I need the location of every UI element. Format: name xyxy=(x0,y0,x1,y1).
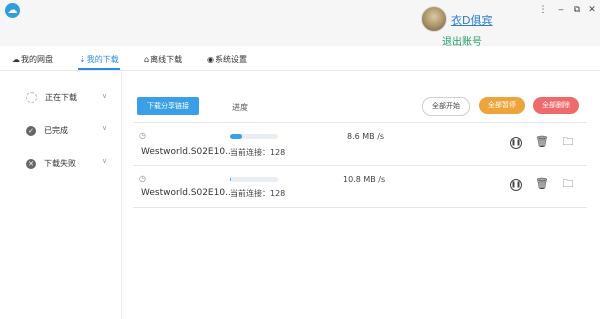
menu-icon[interactable]: ⋮ xyxy=(537,4,549,16)
active-tab-indicator xyxy=(78,68,120,70)
chevron-down-icon[interactable]: ∨ xyxy=(102,157,107,165)
connection-count: 当前连接：128 xyxy=(230,189,286,198)
pause-all-button[interactable]: 全部暂停 xyxy=(479,97,525,114)
progress-fill xyxy=(230,177,232,182)
chevron-down-icon[interactable]: ∨ xyxy=(102,92,107,100)
cloud-icon: ☁ xyxy=(12,55,20,64)
start-all-button[interactable]: 全部开始 xyxy=(422,97,470,116)
row-divider xyxy=(133,207,587,208)
download-filename: Westworld.S02E10... xyxy=(141,188,234,198)
download-speed: 8.6 MB /s xyxy=(347,132,385,141)
trash-icon[interactable]: 🗑 xyxy=(535,136,549,148)
close-icon[interactable]: ✕ xyxy=(586,4,598,16)
sidebar: 正在下载 ∨ ✓ 已完成 ∨ ✕ 下载失败 ∨ xyxy=(0,71,122,319)
spinner-icon xyxy=(26,92,37,103)
row-divider xyxy=(133,165,587,166)
avatar[interactable] xyxy=(421,6,447,32)
title-bar: ☁ 衣D俱宾 退出账号 ⋮ ‒ ⧉ ✕ xyxy=(0,0,600,48)
download-progress-bar xyxy=(230,177,278,182)
clock-icon: ◷ xyxy=(139,174,146,183)
row-divider xyxy=(133,122,587,123)
pause-icon[interactable]: ❚❚ xyxy=(510,179,522,191)
username-link[interactable]: 衣D俱宾 xyxy=(451,12,492,28)
clock-icon: ◷ xyxy=(139,131,146,140)
offline-icon: ⌂ xyxy=(144,55,150,64)
tab-settings[interactable]: ◉系统设置 xyxy=(207,54,247,65)
minimize-icon[interactable]: ‒ xyxy=(555,4,567,16)
progress-column-header: 进度 xyxy=(232,103,248,112)
trash-icon[interactable]: 🗑 xyxy=(535,178,549,190)
chevron-down-icon[interactable]: ∨ xyxy=(102,124,107,132)
sidebar-item-failed[interactable]: ✕ 下载失败 xyxy=(26,158,76,169)
download-share-link-button[interactable]: 下载分享链接 xyxy=(137,97,199,115)
check-circle-icon: ✓ xyxy=(26,125,36,136)
delete-all-button[interactable]: 全部删除 xyxy=(533,97,579,114)
pause-icon[interactable]: ❚❚ xyxy=(510,137,522,149)
main-nav: ☁我的网盘 ⇣我的下载 ⌂离线下载 ◉系统设置 xyxy=(0,46,600,71)
tab-my-downloads[interactable]: ⇣我的下载 xyxy=(79,54,119,65)
progress-fill xyxy=(230,134,242,139)
restore-icon[interactable]: ⧉ xyxy=(571,4,583,16)
app-logo-icon: ☁ xyxy=(5,3,20,18)
tab-offline-download[interactable]: ⌂离线下载 xyxy=(144,54,182,65)
sidebar-item-completed[interactable]: ✓ 已完成 xyxy=(26,125,68,136)
tab-my-disk[interactable]: ☁我的网盘 xyxy=(12,54,53,65)
sidebar-item-downloading[interactable]: 正在下载 xyxy=(26,92,77,103)
settings-icon: ◉ xyxy=(207,55,214,64)
folder-icon[interactable]: 🗀 xyxy=(561,136,575,148)
x-circle-icon: ✕ xyxy=(26,158,36,169)
download-speed: 10.8 MB /s xyxy=(343,175,386,184)
download-icon: ⇣ xyxy=(79,55,86,64)
download-progress-bar xyxy=(230,134,278,139)
connection-count: 当前连接：128 xyxy=(230,148,286,157)
folder-icon[interactable]: 🗀 xyxy=(561,178,575,190)
download-filename: Westworld.S02E10... xyxy=(141,147,234,157)
